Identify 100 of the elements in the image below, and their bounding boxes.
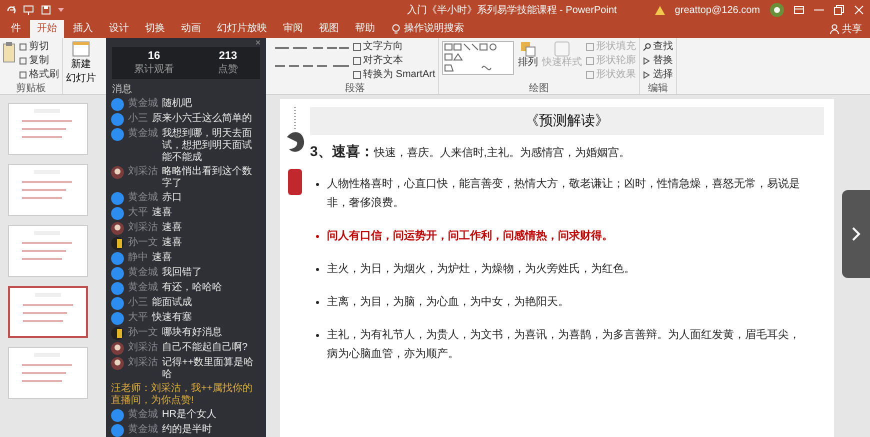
chat-message: 略略悄出看到这个数字了 [162, 166, 253, 190]
ribbon-tab[interactable]: 开始 [30, 20, 64, 38]
minimize-icon [814, 9, 824, 11]
person-icon [830, 24, 839, 34]
slide-thumbnail[interactable] [8, 347, 88, 399]
chat-message: 速喜 [162, 222, 182, 234]
user-avatar-icon [111, 192, 124, 205]
presentation-icon [23, 5, 34, 15]
chat-message: 速喜 [152, 252, 172, 264]
paragraph-command[interactable]: 文字方向 [353, 41, 436, 53]
list-icon [275, 45, 349, 51]
new-slide-button[interactable]: 新建 幻灯片 [66, 41, 96, 85]
user-avatar-icon [111, 282, 124, 295]
user-avatar-icon [111, 222, 124, 235]
user-name: 孙一文 [128, 327, 158, 339]
stat-label: 累计观看 [134, 62, 174, 76]
stat-value: 213 [218, 50, 238, 62]
editing-command[interactable]: 选择 [643, 69, 674, 81]
ribbon-tab[interactable]: 动画 [174, 20, 208, 38]
user-name: 刘采沽 [128, 222, 158, 234]
messages-header: 消息 [111, 82, 133, 97]
stat-label: 点赞 [218, 62, 238, 76]
chat-message: 记得++数里面算是哈哈 [162, 357, 255, 381]
ribbon-tab[interactable]: 帮助 [348, 20, 382, 38]
warning-icon [654, 6, 665, 14]
arrange-button[interactable]: 排列 [518, 41, 538, 68]
align-icon [275, 63, 349, 69]
ribbon-tab[interactable]: 件 [4, 20, 28, 38]
ribbon-tab[interactable]: 审阅 [276, 20, 310, 38]
clipboard-command[interactable]: 格式刷 [19, 69, 59, 81]
ribbon-tab[interactable]: 视图 [312, 20, 346, 38]
next-slide-button[interactable] [842, 190, 870, 278]
arrange-icon [520, 41, 536, 57]
slide-thumbnail[interactable] [8, 286, 88, 338]
restore-icon [834, 5, 844, 15]
slide-thumbnail[interactable] [8, 164, 88, 216]
ribbon-display-icon [794, 6, 804, 14]
quick-styles-icon [554, 41, 570, 57]
close-icon[interactable] [254, 40, 262, 45]
account-email[interactable]: greattop@126.com [674, 4, 760, 16]
bullet-point: 主离，为目，为脑，为心血，为中女，为艳阳天。 [310, 293, 810, 312]
user-name: 小三 [128, 297, 148, 309]
save-icon [41, 5, 51, 15]
paragraph-command[interactable]: 转换为 SmartArt [353, 69, 436, 81]
slide-thumbnail[interactable] [8, 103, 88, 155]
chevron-right-icon [851, 226, 861, 242]
chat-message: 赤口 [162, 192, 182, 204]
user-name: 黄金城 [128, 267, 158, 279]
tell-me-search[interactable]: 操作说明搜索 [384, 20, 472, 38]
user-avatar-icon [111, 98, 124, 111]
ribbon-tab[interactable]: 插入 [66, 20, 100, 38]
ribbon-tab[interactable]: 切换 [138, 20, 172, 38]
clipboard-command[interactable]: 复制 [19, 55, 59, 67]
dropdown-icon [58, 8, 64, 12]
user-name: 大平 [128, 207, 148, 219]
editing-command[interactable]: 查找 [643, 41, 674, 53]
user-name: 黄金城 [128, 409, 158, 421]
user-avatar-icon [111, 357, 124, 370]
user-avatar-icon [111, 166, 124, 179]
stat-value: 16 [148, 50, 160, 62]
chat-message: 我想到哪，明天去面试，想把到明天面试能不能成 [162, 128, 253, 164]
avatar-icon[interactable] [770, 3, 784, 17]
user-name: 黄金城 [128, 282, 158, 294]
chat-message: 哪块有好消息 [162, 327, 222, 339]
chat-message: 速喜 [162, 237, 182, 249]
user-avatar-icon [111, 267, 124, 280]
slide-title: 《预测解读》 [310, 107, 824, 135]
chat-message: 约的是半时 [162, 424, 212, 436]
user-avatar-icon [111, 297, 124, 310]
chat-message: 能面试成 [152, 297, 192, 309]
paste-icon [3, 41, 15, 63]
chat-message: 速喜 [152, 207, 172, 219]
user-name: 小三 [128, 113, 148, 125]
ribbon-tab[interactable]: 幻灯片放映 [210, 20, 274, 38]
share-button[interactable]: 共享 [822, 20, 870, 38]
user-avatar-icon [111, 409, 124, 422]
shapes-gallery-icon [442, 41, 514, 75]
chat-message: HR是个女人 [162, 409, 216, 421]
redo-icon [6, 5, 16, 15]
chat-message: 我回错了 [162, 267, 202, 279]
editing-command[interactable]: 替换 [643, 55, 674, 67]
user-name: 刘采沽 [128, 166, 158, 178]
chat-message: 快速有塞 [152, 312, 192, 324]
user-avatar-icon [111, 327, 124, 340]
user-name: 静中 [128, 252, 148, 264]
bullet-point: 问人有口信，问运势开，问工作利，问感情热，问求财得。 [310, 227, 810, 246]
user-name: 黄金城 [128, 128, 158, 140]
group-label: 段落 [344, 82, 366, 95]
user-avatar-icon [111, 207, 124, 220]
slide-thumbnail[interactable] [8, 225, 88, 277]
user-avatar-icon [111, 424, 124, 437]
paragraph-command[interactable]: 对齐文本 [353, 55, 436, 67]
window-title: 入门《半小时》系列易学技能课程 - PowerPoint [406, 4, 618, 17]
user-avatar-icon [111, 312, 124, 325]
chat-message: 随机吧 [162, 98, 192, 110]
chat-message: 原来小六壬这么简单的 [152, 113, 252, 125]
ribbon-tab[interactable]: 设计 [102, 20, 136, 38]
clipboard-command[interactable]: 剪切 [19, 41, 59, 53]
user-name: 黄金城 [128, 98, 158, 110]
user-name: 刘采沽 [128, 342, 158, 354]
